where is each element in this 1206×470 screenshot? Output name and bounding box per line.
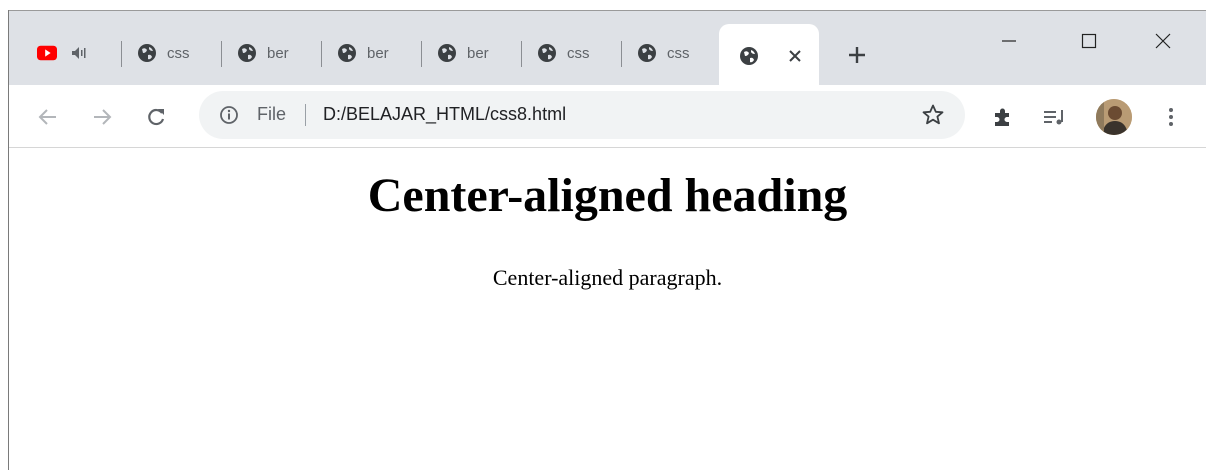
tab-title: ber <box>467 44 489 62</box>
globe-icon <box>337 43 357 63</box>
window-border-left <box>8 10 9 470</box>
minimize-button[interactable] <box>979 21 1039 61</box>
youtube-icon <box>37 43 57 63</box>
globe-icon <box>437 43 457 63</box>
reload-button[interactable] <box>141 102 171 132</box>
maximize-icon <box>1081 33 1097 49</box>
tab-separator <box>121 41 122 67</box>
tab-separator <box>521 41 522 67</box>
tab-css-2[interactable]: css <box>537 33 599 73</box>
tab-title: css <box>167 44 190 62</box>
page-content: Center-aligned heading Center-aligned pa… <box>9 148 1206 470</box>
tab-css-1[interactable]: css <box>137 33 199 73</box>
page-paragraph: Center-aligned paragraph. <box>492 265 723 290</box>
tab-ber-1[interactable]: ber <box>237 33 299 73</box>
address-scheme-label: File <box>257 104 287 124</box>
close-window-button[interactable] <box>1133 21 1193 61</box>
tab-css-3[interactable]: css <box>637 33 699 73</box>
tab-separator <box>321 41 322 67</box>
globe-icon <box>237 43 257 63</box>
tab-strip: css ber ber ber css css <box>9 11 1206 85</box>
forward-button[interactable] <box>87 102 117 132</box>
tab-separator <box>421 41 422 67</box>
tab-title: css <box>567 44 590 62</box>
tab-separator <box>221 41 222 67</box>
globe-icon <box>739 46 759 66</box>
tab-ber-3[interactable]: ber <box>437 33 499 73</box>
media-controls-icon[interactable] <box>1042 104 1068 130</box>
tab-title: css <box>667 44 690 62</box>
tab-title: ber <box>267 44 289 62</box>
extensions-icon[interactable] <box>990 104 1016 130</box>
arrow-right-icon <box>94 109 112 125</box>
close-icon <box>1155 33 1171 49</box>
tab-youtube[interactable] <box>37 33 89 73</box>
audio-playing-icon[interactable] <box>69 43 89 63</box>
avatar[interactable] <box>1096 99 1132 135</box>
new-tab-button[interactable] <box>841 39 873 71</box>
maximize-button[interactable] <box>1059 21 1119 61</box>
globe-icon <box>637 43 657 63</box>
tab-ber-2[interactable]: ber <box>337 33 399 73</box>
browser-toolbar: File D:/BELAJAR_HTML/css8.html <box>9 85 1206 147</box>
page-heading: Center-aligned heading <box>367 169 848 222</box>
reload-icon <box>148 108 165 126</box>
globe-icon <box>537 43 557 63</box>
address-divider <box>305 104 306 126</box>
tab-close-icon[interactable] <box>783 44 807 68</box>
tab-active[interactable] <box>719 24 819 85</box>
address-url[interactable]: D:/BELAJAR_HTML/css8.html <box>323 104 566 125</box>
plus-icon <box>849 47 865 63</box>
info-icon[interactable] <box>219 105 239 125</box>
bookmark-star-icon[interactable] <box>921 103 945 127</box>
address-bar[interactable]: File D:/BELAJAR_HTML/css8.html <box>199 91 965 139</box>
window-border-top <box>8 10 1206 11</box>
tab-separator <box>621 41 622 67</box>
menu-kebab-icon[interactable] <box>1158 104 1184 130</box>
arrow-left-icon <box>38 109 56 125</box>
browser-window: css ber ber ber css css File D:/BELAJAR_… <box>0 0 1206 470</box>
back-button[interactable] <box>33 102 63 132</box>
minimize-icon <box>1002 40 1016 42</box>
tab-title: ber <box>367 44 389 62</box>
globe-icon <box>137 43 157 63</box>
